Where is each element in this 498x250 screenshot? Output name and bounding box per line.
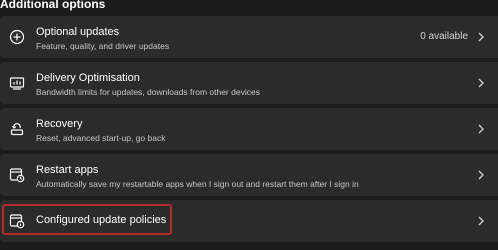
chevron-right-icon <box>476 31 486 43</box>
chevron-right-icon <box>476 123 486 135</box>
chevron-right-icon <box>476 77 486 89</box>
recovery-row[interactable]: Recovery Reset, advanced start-up, go ba… <box>0 108 498 150</box>
additional-options-list: Optional updates Feature, quality, and d… <box>0 16 498 246</box>
recovery-title: Recovery <box>36 118 83 130</box>
configured-update-policies-row[interactable]: Configured update policies <box>0 200 498 242</box>
plus-circle-icon <box>9 29 25 45</box>
chevron-right-icon <box>476 169 486 181</box>
recovery-subtitle: Reset, advanced start-up, go back <box>36 133 166 143</box>
policy-icon <box>9 213 25 229</box>
restart-apps-title: Restart apps <box>36 164 99 176</box>
restart-apps-icon <box>9 167 25 183</box>
chevron-right-icon <box>476 215 486 227</box>
optional-updates-title: Optional updates <box>36 26 120 38</box>
delivery-optimisation-row[interactable]: Delivery Optimisation Bandwidth limits f… <box>0 62 498 104</box>
optional-updates-subtitle: Feature, quality, and driver updates <box>36 41 170 51</box>
restart-apps-row[interactable]: Restart apps Automatically save my resta… <box>0 154 498 196</box>
delivery-optimisation-subtitle: Bandwidth limits for updates, downloads … <box>36 87 260 97</box>
optional-updates-count: 0 available <box>420 31 468 42</box>
delivery-optimisation-title: Delivery Optimisation <box>36 72 140 84</box>
delivery-optimisation-icon <box>9 75 25 91</box>
configured-update-policies-title: Configured update policies <box>36 214 167 226</box>
restart-apps-subtitle: Automatically save my restartable apps w… <box>36 179 359 189</box>
recovery-icon <box>9 121 25 137</box>
optional-updates-row[interactable]: Optional updates Feature, quality, and d… <box>0 16 498 58</box>
section-title: Additional options <box>0 0 106 11</box>
